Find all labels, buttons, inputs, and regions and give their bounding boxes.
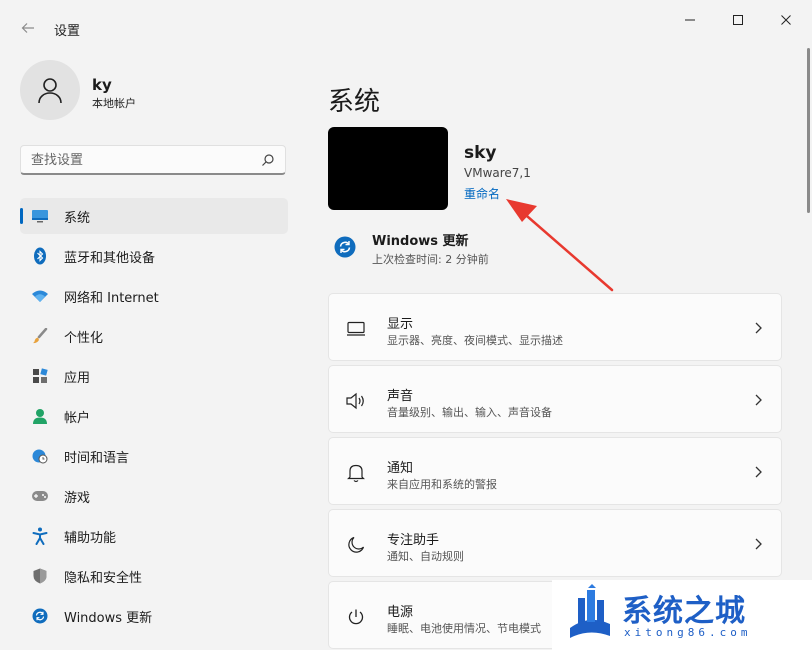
card-subtitle: 通知、自动规则 (387, 550, 464, 563)
user-name: ky (92, 76, 112, 94)
window-title: 设置 (54, 24, 81, 39)
globe-clock-icon (30, 446, 50, 466)
sidebar-item-label: 蓝牙和其他设备 (64, 250, 156, 266)
maximize-button[interactable] (718, 8, 758, 32)
display-system-icon (30, 206, 50, 226)
account-type: 本地帐户 (92, 97, 136, 110)
person-icon (38, 78, 62, 104)
chevron-right-icon (755, 394, 762, 406)
sidebar-item-label: 系统 (64, 210, 91, 226)
page-title: 系统 (328, 87, 381, 118)
brush-icon (30, 326, 50, 346)
arrow-left-icon (21, 23, 34, 33)
bluetooth-icon (30, 246, 50, 266)
account-icon (30, 406, 50, 426)
settings-card-focus-assist[interactable]: 专注助手 通知、自动规则 (328, 509, 782, 577)
maximize-icon (733, 15, 743, 25)
card-title: 通知 (387, 461, 414, 476)
sidebar-item-label: 个性化 (64, 330, 104, 346)
sidebar-nav: 系统 蓝牙和其他设备 网络和 Internet 个性化 应用 帐户 时间和语言 … (20, 198, 288, 638)
sidebar-item-accounts[interactable]: 帐户 (20, 398, 288, 434)
card-subtitle: 显示器、亮度、夜间模式、显示描述 (387, 334, 563, 347)
sidebar-item-label: 帐户 (64, 410, 91, 426)
gamepad-icon (30, 486, 50, 506)
power-icon (345, 606, 367, 628)
card-subtitle: 睡眠、电池使用情况、节电模式 (387, 622, 541, 635)
search-icon[interactable] (261, 153, 275, 167)
chevron-right-icon (755, 322, 762, 334)
update-icon (30, 606, 50, 626)
sidebar-item-label: 隐私和安全性 (64, 570, 143, 586)
update-icon (334, 236, 356, 258)
sidebar-item-gaming[interactable]: 游戏 (20, 478, 288, 514)
sidebar-item-personalization[interactable]: 个性化 (20, 318, 288, 354)
sidebar-item-label: 游戏 (64, 490, 91, 506)
bell-icon (345, 462, 367, 484)
sidebar-item-network[interactable]: 网络和 Internet (20, 278, 288, 314)
watermark-url: xitong86.com (624, 626, 752, 639)
moon-icon (345, 534, 367, 556)
chevron-right-icon (755, 466, 762, 478)
minimize-icon (685, 19, 695, 21)
shield-icon (30, 566, 50, 586)
sidebar-item-windows-update[interactable]: Windows 更新 (20, 598, 288, 634)
sidebar-item-label: 时间和语言 (64, 450, 130, 466)
chevron-right-icon (755, 538, 762, 550)
device-name: sky (464, 143, 497, 163)
card-title: 声音 (387, 389, 414, 404)
watermark: 系统之城 xitong86.com (552, 580, 812, 650)
user-profile[interactable]: ky 本地帐户 (20, 60, 290, 124)
search-input[interactable] (31, 150, 251, 170)
card-title: 电源 (387, 605, 414, 620)
sidebar-item-privacy[interactable]: 隐私和安全性 (20, 558, 288, 594)
card-subtitle: 来自应用和系统的警报 (387, 478, 497, 491)
update-last-checked: 上次检查时间: 2 分钟前 (372, 253, 489, 266)
watermark-logo-icon (570, 584, 610, 638)
sidebar-item-label: Windows 更新 (64, 610, 153, 626)
settings-card-sound[interactable]: 声音 音量级别、输出、输入、声音设备 (328, 365, 782, 433)
sidebar-item-bluetooth[interactable]: 蓝牙和其他设备 (20, 238, 288, 274)
update-title: Windows 更新 (372, 234, 469, 249)
watermark-text: 系统之城 (622, 594, 746, 629)
back-button[interactable] (14, 14, 42, 42)
sidebar-item-accessibility[interactable]: 辅助功能 (20, 518, 288, 554)
minimize-button[interactable] (670, 8, 710, 32)
accessibility-icon (30, 526, 50, 546)
sidebar-item-label: 辅助功能 (64, 530, 117, 546)
title-bar: 设置 (0, 0, 812, 48)
avatar (20, 60, 80, 120)
speaker-icon (345, 390, 367, 412)
rename-link[interactable]: 重命名 (464, 185, 500, 202)
close-icon (781, 15, 791, 25)
settings-card-notifications[interactable]: 通知 来自应用和系统的警报 (328, 437, 782, 505)
sidebar-item-label: 应用 (64, 370, 91, 386)
wifi-icon (30, 286, 50, 306)
apps-icon (30, 366, 50, 386)
device-model: VMware7,1 (464, 166, 531, 180)
scrollbar-thumb[interactable] (807, 48, 810, 213)
search-box[interactable] (20, 145, 286, 175)
windows-update-status[interactable]: Windows 更新 上次检查时间: 2 分钟前 (334, 228, 634, 272)
sidebar-item-label: 网络和 Internet (64, 290, 159, 306)
settings-card-display[interactable]: 显示 显示器、亮度、夜间模式、显示描述 (328, 293, 782, 361)
device-preview-image (328, 127, 448, 210)
sidebar-item-time-language[interactable]: 时间和语言 (20, 438, 288, 474)
sidebar-item-apps[interactable]: 应用 (20, 358, 288, 394)
card-subtitle: 音量级别、输出、输入、声音设备 (387, 406, 552, 419)
close-button[interactable] (766, 8, 806, 32)
sidebar-item-system[interactable]: 系统 (20, 198, 288, 234)
card-title: 显示 (387, 317, 414, 332)
card-title: 专注助手 (387, 533, 440, 548)
monitor-icon (345, 318, 367, 340)
